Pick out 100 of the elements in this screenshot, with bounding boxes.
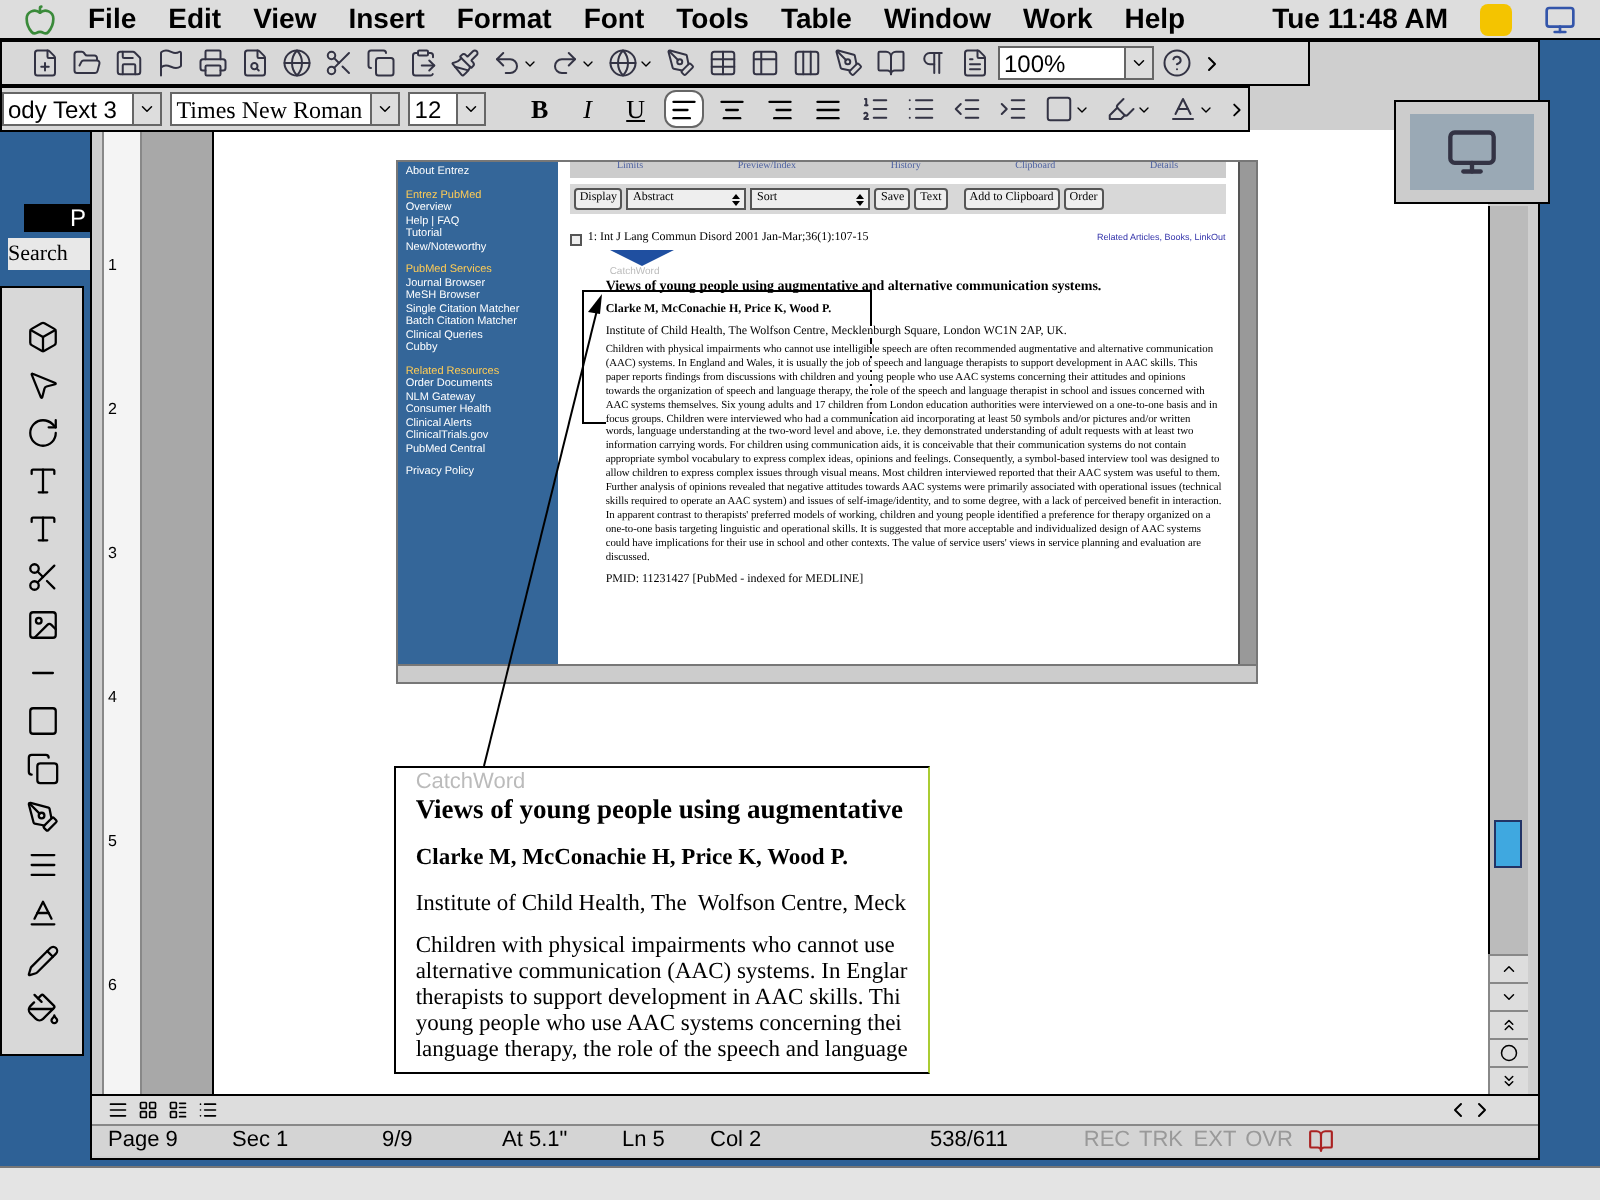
dictionary-icon[interactable] — [1308, 1128, 1334, 1154]
status-line: Ln 5 — [622, 1126, 667, 1157]
computer-icon — [1446, 126, 1498, 178]
size-select[interactable]: 12 — [408, 92, 486, 126]
style-select[interactable]: ody Text 3 — [2, 92, 163, 126]
rectangle-icon[interactable] — [25, 704, 59, 738]
article-authors: Clarke M, McConachie H, Price K, Wood P. — [415, 844, 851, 872]
drawing-icon[interactable] — [834, 48, 864, 78]
text-style-button[interactable]: I — [567, 90, 608, 128]
caret-icon — [138, 100, 157, 118]
pilcrow-icon[interactable] — [918, 48, 948, 78]
scroll-thumb[interactable] — [1494, 820, 1523, 868]
article-affiliation: Institute of Child Health, The Wolfson Centre, Meck — [415, 890, 909, 918]
status-words: 538/611 — [930, 1126, 1010, 1157]
numbering-icon[interactable] — [860, 94, 891, 124]
text-style-button[interactable]: B — [519, 90, 560, 128]
web-globe-icon[interactable] — [608, 48, 638, 78]
flag-icon[interactable] — [156, 48, 186, 78]
caret-icon — [376, 100, 395, 118]
pointer-icon[interactable] — [25, 368, 59, 402]
columns-icon[interactable] — [792, 48, 822, 78]
table-icon[interactable] — [708, 48, 738, 78]
text-style-button[interactable]: U — [615, 90, 656, 128]
menu-item[interactable]: Format — [456, 0, 552, 40]
print-preview-icon[interactable] — [240, 48, 270, 78]
menu-item[interactable]: View — [253, 0, 317, 40]
freeform-icon[interactable] — [25, 800, 59, 834]
align-center-icon — [718, 95, 747, 123]
caret-icon — [1130, 54, 1148, 72]
status-section: Sec 1 — [232, 1124, 382, 1158]
article-title: Views of young people using augmentative — [415, 794, 905, 826]
line-style-icon[interactable] — [25, 848, 59, 882]
menu-item[interactable]: Edit — [168, 0, 222, 40]
fill-color-icon[interactable] — [25, 992, 59, 1026]
word-art-icon[interactable] — [25, 512, 59, 546]
search-label: Search — [8, 238, 90, 270]
line-color-icon[interactable] — [25, 944, 59, 978]
text-frame-icon[interactable] — [960, 48, 990, 78]
insert-table-icon[interactable] — [750, 48, 780, 78]
align-right-icon — [766, 95, 795, 123]
border-icon[interactable] — [1044, 94, 1075, 124]
font-color-icon[interactable] — [1168, 94, 1199, 124]
copy-icon[interactable] — [366, 48, 396, 78]
previous-page-icon[interactable] — [1500, 1016, 1519, 1034]
bullets-icon[interactable] — [906, 94, 937, 124]
status-pages: 9/9 — [382, 1126, 415, 1157]
status-column: Col 2 — [710, 1124, 930, 1158]
status-position: At 5.1" — [502, 1126, 570, 1157]
shapes-copy-icon[interactable] — [25, 752, 59, 786]
font-select[interactable]: Times New Roman — [170, 92, 401, 126]
menu-item[interactable]: Table — [780, 0, 852, 40]
menu-item[interactable]: Insert — [348, 0, 425, 40]
shapes-icon[interactable] — [25, 320, 59, 354]
ruler-number: 4 — [105, 688, 117, 706]
browse-object-icon[interactable] — [1500, 1044, 1519, 1062]
outdent-icon[interactable] — [952, 94, 983, 124]
save-icon[interactable] — [114, 48, 144, 78]
menu-item[interactable]: Window — [883, 0, 991, 40]
ruler-number: 6 — [105, 976, 117, 994]
highlight-icon[interactable] — [1106, 94, 1137, 124]
print-icon[interactable] — [198, 48, 228, 78]
globe-icon[interactable] — [282, 48, 312, 78]
cut-icon[interactable] — [324, 48, 354, 78]
indent-icon[interactable] — [998, 94, 1029, 124]
text-box-icon[interactable] — [25, 464, 59, 498]
clip-art-icon[interactable] — [25, 560, 59, 594]
new-document-icon[interactable] — [30, 48, 60, 78]
ruler-number: 3 — [105, 544, 117, 562]
pen-icon[interactable] — [666, 48, 696, 78]
rotate-icon[interactable] — [25, 416, 59, 450]
clock: Tue 11:48 AM — [1272, 0, 1448, 38]
menu-item[interactable]: Help — [1124, 0, 1186, 40]
page-layout-icon[interactable] — [167, 1100, 187, 1120]
help-icon[interactable] — [1162, 48, 1192, 78]
ruler-number: 5 — [105, 832, 117, 850]
justify-icon — [814, 95, 843, 123]
align-button[interactable] — [663, 90, 705, 128]
publisher-logo-icon — [609, 250, 674, 266]
apple-icon[interactable] — [24, 3, 56, 35]
paste-icon[interactable] — [408, 48, 438, 78]
text-color-icon[interactable] — [25, 896, 59, 930]
book-icon[interactable] — [876, 48, 906, 78]
menu-item[interactable]: File — [88, 0, 137, 40]
picture-icon[interactable] — [25, 608, 59, 642]
ruler-number: 2 — [105, 400, 117, 418]
open-folder-icon[interactable] — [72, 48, 102, 78]
zoom-select[interactable]: 100% — [998, 46, 1154, 80]
next-page-icon[interactable] — [1500, 1072, 1519, 1090]
online-layout-icon[interactable] — [137, 1100, 157, 1120]
menu-item[interactable]: Work — [1023, 0, 1093, 40]
paintbrush-icon[interactable] — [450, 48, 480, 78]
normal-view-icon[interactable] — [107, 1100, 127, 1120]
citation-checkbox[interactable] — [569, 233, 582, 245]
monitor-icon[interactable] — [1544, 3, 1576, 35]
status-page: Page 9 — [108, 1126, 180, 1157]
menu-item[interactable]: Tools — [676, 0, 749, 40]
redo-icon[interactable] — [550, 48, 580, 78]
menu-item[interactable]: Font — [583, 0, 645, 40]
undo-icon[interactable] — [492, 48, 522, 78]
window-text: P — [69, 204, 86, 232]
